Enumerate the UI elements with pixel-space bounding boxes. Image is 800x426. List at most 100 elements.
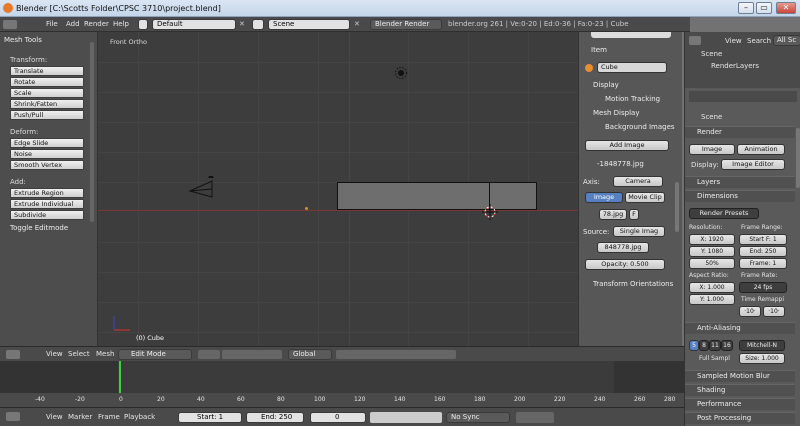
translate-button[interactable]: Translate — [10, 66, 84, 76]
shrink-fatten-button[interactable]: Shrink/Fatten — [10, 99, 84, 109]
scene-icon[interactable] — [252, 19, 264, 30]
view3d-type-icon[interactable] — [6, 350, 20, 359]
object-name-field[interactable]: Cube — [597, 62, 667, 73]
layout-close-icon[interactable]: ✕ — [239, 20, 245, 28]
subdivide-button[interactable]: Subdivide — [10, 210, 84, 220]
outliner-renderlayers-item[interactable]: RenderLayers — [711, 62, 759, 70]
timeline-type-icon[interactable] — [6, 412, 20, 421]
end-frame-field[interactable]: End: 250 — [246, 412, 304, 423]
outliner-view-menu[interactable]: View — [725, 37, 742, 45]
properties-scrollbar[interactable] — [796, 128, 800, 188]
post-processing-section[interactable]: Post Processing — [685, 412, 795, 424]
maximize-button[interactable]: ▭ — [756, 2, 772, 14]
layer-and-snap-buttons[interactable] — [336, 350, 456, 359]
dimensions-section[interactable]: Dimensions — [685, 190, 795, 202]
toggle-editmode-title[interactable]: Toggle Editmode — [10, 224, 68, 232]
anti-aliasing-section[interactable]: Anti-Aliasing — [685, 322, 795, 334]
smooth-vertex-button[interactable]: Smooth Vertex — [10, 160, 84, 170]
render-image-button[interactable]: Image — [689, 144, 735, 155]
push-pull-button[interactable]: Push/Pull — [10, 110, 84, 120]
mesh-display-section[interactable]: Mesh Display — [583, 109, 679, 117]
manipulator-buttons[interactable] — [222, 350, 282, 359]
menu-help[interactable]: Help — [113, 20, 129, 28]
timeline-view-menu[interactable]: View — [46, 413, 63, 421]
frame-start-field[interactable]: Start F: 1 — [739, 234, 787, 245]
performance-section[interactable]: Performance — [685, 398, 795, 410]
aspect-y-field[interactable]: Y: 1.000 — [689, 294, 735, 305]
viewport-shading-select[interactable] — [198, 350, 220, 359]
display-select[interactable]: Image Editor — [721, 159, 785, 170]
current-frame-field[interactable]: 0 — [310, 412, 366, 423]
aa-11-button[interactable]: 11 — [709, 340, 721, 351]
aa-16-button[interactable]: 16 — [721, 340, 733, 351]
timeline-frame-menu[interactable]: Frame — [98, 413, 120, 421]
fake-user-button[interactable]: F — [629, 209, 639, 220]
timeline-playback-menu[interactable]: Playback — [124, 413, 155, 421]
mode-select[interactable]: Edit Mode — [118, 349, 192, 360]
opacity-slider[interactable]: Opacity: 0.500 — [585, 259, 665, 270]
remap-new-field[interactable]: ·10· — [763, 306, 785, 317]
axis-select[interactable]: Camera — [613, 176, 663, 187]
aa-5-button[interactable]: 5 — [689, 340, 699, 351]
add-image-button[interactable]: Add Image — [585, 140, 669, 151]
outliner-display-select[interactable]: All Sc — [773, 35, 800, 46]
aa-size-field[interactable]: Size: 1.000 — [739, 353, 785, 364]
background-images-section[interactable]: Background Images — [583, 123, 679, 131]
render-animation-button[interactable]: Animation — [737, 144, 785, 155]
aa-filter-select[interactable]: Mitchell-N — [739, 340, 785, 351]
shading-section[interactable]: Shading — [685, 384, 795, 396]
res-percent-field[interactable]: 50% — [689, 258, 735, 269]
orientation-select[interactable]: Global — [288, 349, 332, 360]
playback-controls[interactable] — [370, 412, 442, 423]
editor-type-icon[interactable] — [3, 20, 17, 29]
camera-icon[interactable] — [188, 176, 218, 198]
timeline-ruler[interactable]: -40 -20 0 20 40 60 80 100 120 140 160 18… — [0, 393, 684, 407]
lamp-icon[interactable] — [394, 66, 408, 80]
remap-old-field[interactable]: ·10· — [739, 306, 761, 317]
full-sample-checkbox[interactable]: Full Sampl — [699, 355, 730, 362]
source-file-field[interactable]: 848778.jpg — [597, 242, 649, 253]
sampled-motion-blur-section[interactable]: Sampled Motion Blur — [685, 370, 795, 382]
outliner-type-icon[interactable] — [689, 36, 701, 45]
mesh-tools-title[interactable]: Mesh Tools — [4, 36, 42, 44]
sync-select[interactable]: No Sync — [446, 412, 510, 423]
outliner-scene-item[interactable]: Scene — [701, 50, 722, 58]
menu-file[interactable]: File — [46, 20, 58, 28]
view3d-view-menu[interactable]: View — [46, 350, 63, 358]
render-engine-select[interactable]: Blender Render — [370, 19, 442, 30]
frame-step-field[interactable]: Frame: 1 — [739, 258, 787, 269]
view3d-mesh-menu[interactable]: Mesh — [96, 350, 114, 358]
dimension-field[interactable] — [591, 32, 671, 38]
outliner-search-menu[interactable]: Search — [747, 37, 771, 45]
keying-buttons[interactable] — [516, 412, 554, 423]
render-section[interactable]: Render — [685, 126, 795, 138]
scale-button[interactable]: Scale — [10, 88, 84, 98]
source-select[interactable]: Single Imag — [613, 226, 665, 237]
motion-tracking-section[interactable]: Motion Tracking — [583, 95, 679, 103]
tab-movie-clip[interactable]: Movie Clip — [625, 192, 665, 203]
start-frame-field[interactable]: Start: 1 — [178, 412, 242, 423]
display-section[interactable]: Display — [583, 81, 679, 89]
aspect-x-field[interactable]: X: 1.000 — [689, 282, 735, 293]
edge-slide-button[interactable]: Edge Slide — [10, 138, 84, 148]
extrude-individual-button[interactable]: Extrude Individual — [10, 199, 84, 209]
scene-field[interactable]: Scene — [268, 19, 350, 30]
close-button[interactable]: ✕ — [776, 2, 796, 14]
scene-close-icon[interactable]: ✕ — [354, 20, 360, 28]
render-presets-select[interactable]: Render Presets — [689, 208, 759, 219]
item-title[interactable]: Item — [583, 46, 679, 54]
tab-image[interactable]: Image — [585, 192, 623, 203]
layers-section[interactable]: Layers — [685, 176, 795, 188]
extrude-region-button[interactable]: Extrude Region — [10, 188, 84, 198]
3d-viewport[interactable]: Front Ortho (0) Cube — [98, 32, 578, 346]
properties-context-tabs[interactable] — [689, 91, 797, 102]
fps-select[interactable]: 24 fps — [739, 282, 787, 293]
menu-render[interactable]: Render — [84, 20, 109, 28]
bg-image-name[interactable]: -1848778.jpg — [583, 160, 679, 168]
layout-icon[interactable] — [138, 19, 148, 30]
rotate-button[interactable]: Rotate — [10, 77, 84, 87]
minimize-button[interactable]: – — [738, 2, 754, 14]
frame-end-field[interactable]: End: 250 — [739, 246, 787, 257]
view3d-select-menu[interactable]: Select — [68, 350, 90, 358]
menu-add[interactable]: Add — [66, 20, 80, 28]
